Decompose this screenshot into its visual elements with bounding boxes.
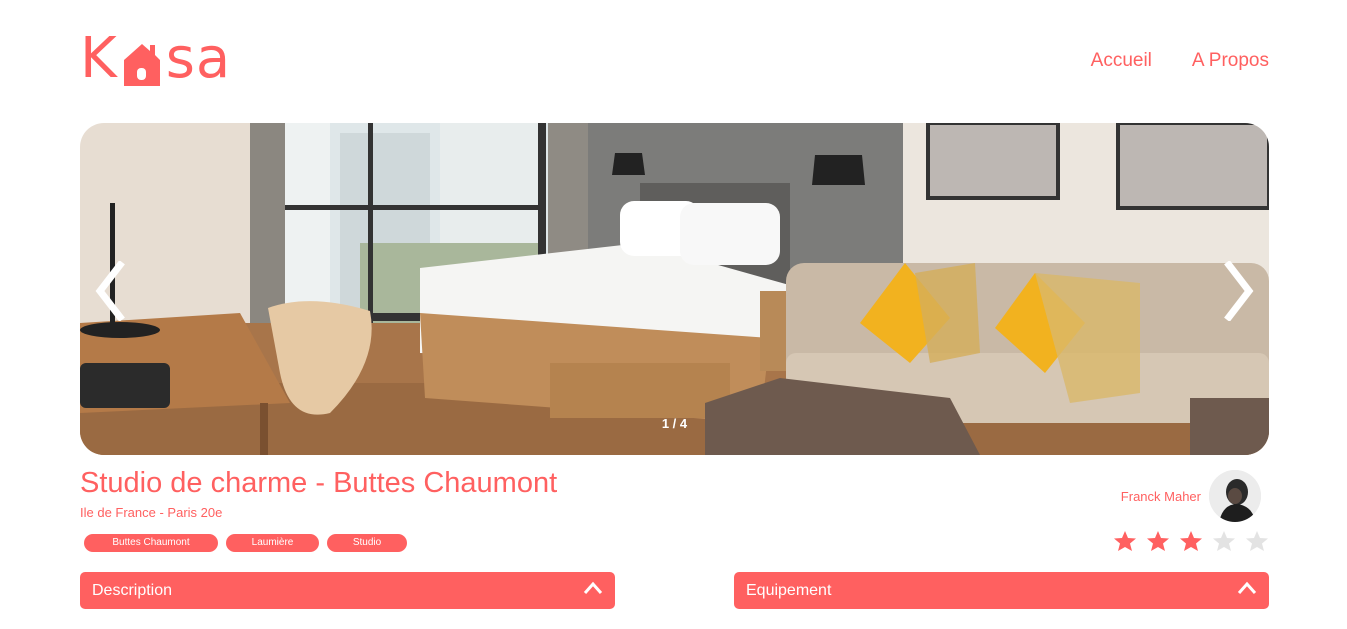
listing-title: Studio de charme - Buttes Chaumont	[80, 467, 558, 499]
chevron-right-icon	[1224, 260, 1254, 322]
image-counter: 1 / 4	[661, 416, 688, 431]
house-icon	[120, 32, 164, 88]
star-filled-icon	[1114, 531, 1136, 551]
rating	[1113, 530, 1269, 552]
avatar	[1209, 470, 1261, 522]
star-filled-icon	[1180, 531, 1202, 551]
star-empty-icon	[1213, 531, 1235, 551]
tag: Studio	[327, 534, 407, 552]
header: K sa Accueil A Propos	[80, 30, 1269, 90]
star-filled-icon	[1147, 531, 1169, 551]
nav-link-about[interactable]: A Propos	[1192, 50, 1269, 72]
previous-image-button[interactable]	[90, 260, 140, 322]
equipment-label: Equipement	[746, 582, 832, 599]
host-name: Franck Maher	[1120, 488, 1201, 504]
tag-list: Buttes Chaumont Laumière Studio	[84, 534, 407, 552]
host-info: Franck Maher	[1121, 470, 1261, 522]
star-empty-icon	[1246, 531, 1268, 551]
next-image-button[interactable]	[1209, 260, 1259, 322]
tag: Laumière	[226, 534, 319, 552]
chevron-left-icon	[95, 260, 125, 322]
logo-text-start: K	[80, 26, 118, 91]
tag: Buttes Chaumont	[84, 534, 218, 552]
nav-link-home[interactable]: Accueil	[1091, 50, 1152, 72]
description-collapse[interactable]: Description	[80, 572, 615, 609]
logo-text-end: sa	[165, 26, 232, 91]
description-label: Description	[92, 582, 173, 599]
logo[interactable]: K sa	[80, 30, 231, 88]
listing-photo	[80, 123, 1269, 455]
image-carousel: 1 / 4	[80, 123, 1269, 455]
main-nav: Accueil A Propos	[1091, 50, 1269, 72]
listing-location: Ile de France - Paris 20e	[80, 505, 223, 520]
chevron-up-icon[interactable]	[1237, 581, 1257, 595]
equipment-collapse[interactable]: Equipement	[734, 572, 1269, 609]
chevron-up-icon[interactable]	[583, 581, 603, 595]
